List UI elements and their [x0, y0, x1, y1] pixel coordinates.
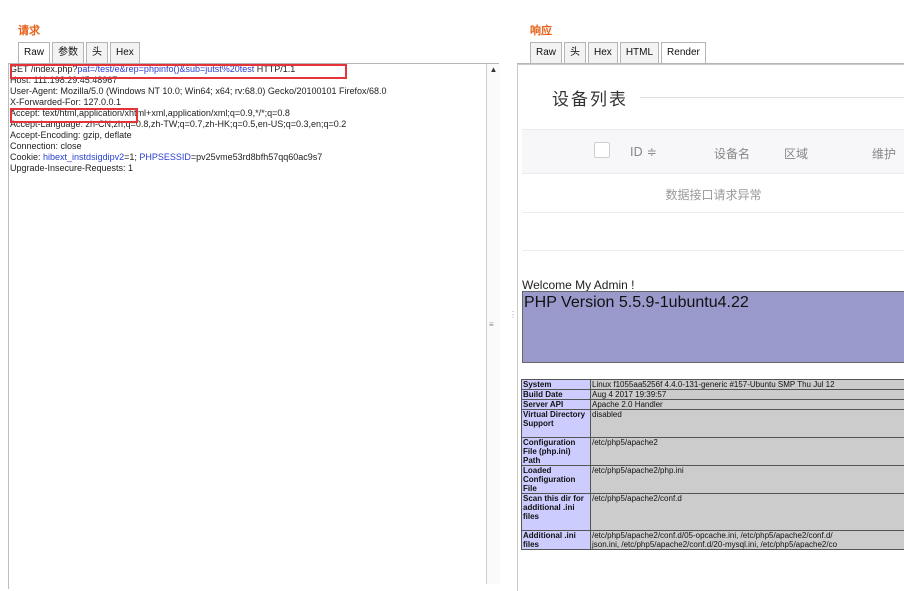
title-divider	[640, 97, 904, 98]
table-row: Configuration File (php.ini) Path/etc/ph…	[522, 438, 904, 466]
table-row: SystemLinux f1055aa5256f 4.4.0-131-gener…	[522, 380, 904, 390]
response-tabs: Raw 头 Hex HTML Render	[530, 42, 708, 64]
tab-raw[interactable]: Raw	[18, 42, 50, 64]
php-info-table: SystemLinux f1055aa5256f 4.4.0-131-gener…	[521, 379, 904, 550]
table-spacer-row	[522, 212, 904, 251]
header-x-forwarded-for: X-Forwarded-For: 127.0.0.1	[8, 97, 484, 108]
table-row: Scan this dir for additional .ini files/…	[522, 494, 904, 531]
scroll-up-arrow-icon[interactable]: ▲	[487, 64, 500, 76]
tab-render[interactable]: Render	[661, 42, 706, 64]
tab-hex[interactable]: Hex	[588, 42, 618, 63]
table-row: Build DateAug 4 2017 19:39:57	[522, 390, 904, 400]
request-editor[interactable]: GET /index.php?pat=/test/e&rep=phpinfo()…	[8, 64, 484, 589]
select-all-checkbox[interactable]	[594, 142, 610, 158]
cookie-name-1: hibext_instdsigdipv2	[43, 152, 124, 162]
request-tabs: Raw 参数 头 Hex	[18, 42, 142, 64]
response-pane-title: 响应	[530, 22, 552, 38]
table-row: Additional .ini files/etc/php5/apache2/c…	[522, 531, 904, 550]
scroll-thumb[interactable]: ≡	[489, 320, 497, 328]
php-version-banner: PHP Version 5.5.9-1ubuntu4.22	[522, 291, 904, 363]
empty-message: 数据接口请求异常	[522, 186, 904, 203]
table-row: Virtual Directory Supportdisabled	[522, 410, 904, 438]
column-device-name[interactable]: 设备名	[714, 145, 750, 162]
table-row: Loaded Configuration File/etc/php5/apach…	[522, 466, 904, 494]
column-region[interactable]: 区域	[784, 145, 808, 162]
column-maintenance[interactable]: 维护	[872, 145, 896, 162]
welcome-text: Welcome My Admin !	[522, 278, 634, 292]
tab-raw[interactable]: Raw	[530, 42, 562, 63]
render-view: 设备列表 ID ≑ 设备名 区域 维护 数据接口请求异常 Welcome My …	[517, 64, 904, 591]
request-scrollbar[interactable]: ▲ ≡	[486, 64, 500, 584]
header-accept-encoding: Accept-Encoding: gzip, deflate	[8, 130, 484, 141]
header-cookie: Cookie: hibext_instdsigdipv2=1; PHPSESSI…	[8, 152, 484, 163]
tab-params[interactable]: 参数	[52, 42, 84, 63]
table-row: Server APIApache 2.0 Handler	[522, 400, 904, 410]
cookie-label: Cookie:	[10, 152, 43, 162]
header-connection: Connection: close	[8, 141, 484, 152]
tab-html[interactable]: HTML	[620, 42, 659, 63]
cookie-value-2: =pv25vme53rd8bfh57qq60ac9s7	[191, 152, 322, 162]
header-upgrade-insecure: Upgrade-Insecure-Requests: 1	[8, 163, 484, 174]
column-id[interactable]: ID ≑	[630, 145, 657, 159]
device-table-header: ID ≑ 设备名 区域 维护	[522, 129, 904, 174]
cookie-value-1: =1;	[124, 152, 139, 162]
cookie-name-2: PHPSESSID	[139, 152, 191, 162]
device-list-title: 设备列表	[552, 85, 628, 110]
request-pane-title: 请求	[18, 22, 40, 38]
tab-headers[interactable]: 头	[86, 42, 108, 63]
tab-headers[interactable]: 头	[564, 42, 586, 63]
highlight-request-line	[10, 64, 347, 79]
splitter-handle-icon[interactable]: ⋮	[509, 310, 512, 328]
table-empty-row: 数据接口请求异常	[522, 173, 904, 213]
php-version-text: PHP Version 5.5.9-1ubuntu4.22	[524, 294, 749, 312]
tab-hex[interactable]: Hex	[110, 42, 140, 63]
header-user-agent: User-Agent: Mozilla/5.0 (Windows NT 10.0…	[8, 86, 484, 97]
highlight-x-forwarded-for	[10, 108, 138, 123]
